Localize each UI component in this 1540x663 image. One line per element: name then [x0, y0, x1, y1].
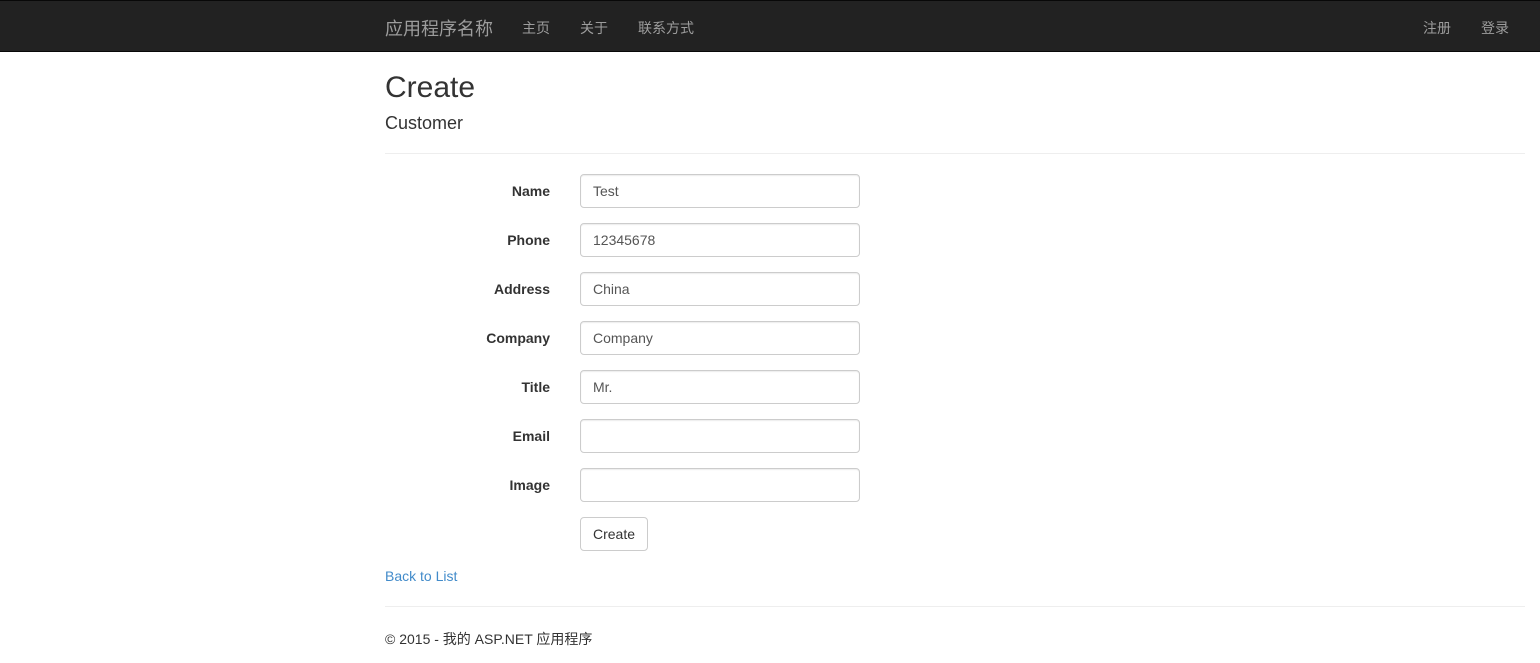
image-input[interactable] — [580, 468, 860, 502]
form-row-image: Image — [385, 468, 865, 502]
title-label: Title — [521, 379, 550, 395]
phone-label: Phone — [507, 232, 550, 248]
form-row-phone: Phone — [385, 223, 865, 257]
company-input[interactable] — [580, 321, 860, 355]
back-to-list-link[interactable]: Back to List — [385, 568, 457, 584]
address-label: Address — [493, 281, 550, 297]
title-input[interactable] — [580, 370, 860, 404]
company-label: Company — [486, 330, 550, 346]
top-navbar: 应用程序名称 主页 关于 联系方式 注册 登录 — [0, 0, 1540, 52]
image-label: Image — [509, 477, 550, 493]
form-row-name: Name — [385, 174, 865, 208]
nav-link-home[interactable]: 主页 — [522, 18, 550, 38]
name-input[interactable] — [580, 174, 860, 208]
page-title: Create — [385, 71, 476, 104]
form-row-email: Email — [385, 419, 865, 453]
nav-link-register[interactable]: 注册 — [1423, 18, 1451, 38]
form-row-title: Title — [385, 370, 865, 404]
phone-input[interactable] — [580, 223, 860, 257]
page-subtitle: Customer — [385, 113, 464, 133]
footer-copyright: © 2015 - 我的 ASP.NET 应用程序 — [385, 631, 593, 647]
name-label: Name — [511, 183, 550, 199]
navbar-brand[interactable]: 应用程序名称 — [385, 15, 493, 41]
footer-divider — [385, 606, 1525, 607]
email-input[interactable] — [580, 419, 860, 453]
divider — [385, 153, 1525, 154]
create-button[interactable]: Create — [580, 517, 649, 551]
nav-link-contact[interactable]: 联系方式 — [638, 18, 694, 38]
address-input[interactable] — [580, 272, 860, 306]
form-row-company: Company — [385, 321, 865, 355]
nav-link-login[interactable]: 登录 — [1481, 18, 1509, 38]
email-label: Email — [512, 428, 550, 444]
nav-link-about[interactable]: 关于 — [580, 18, 608, 38]
form-row-address: Address — [385, 272, 865, 306]
